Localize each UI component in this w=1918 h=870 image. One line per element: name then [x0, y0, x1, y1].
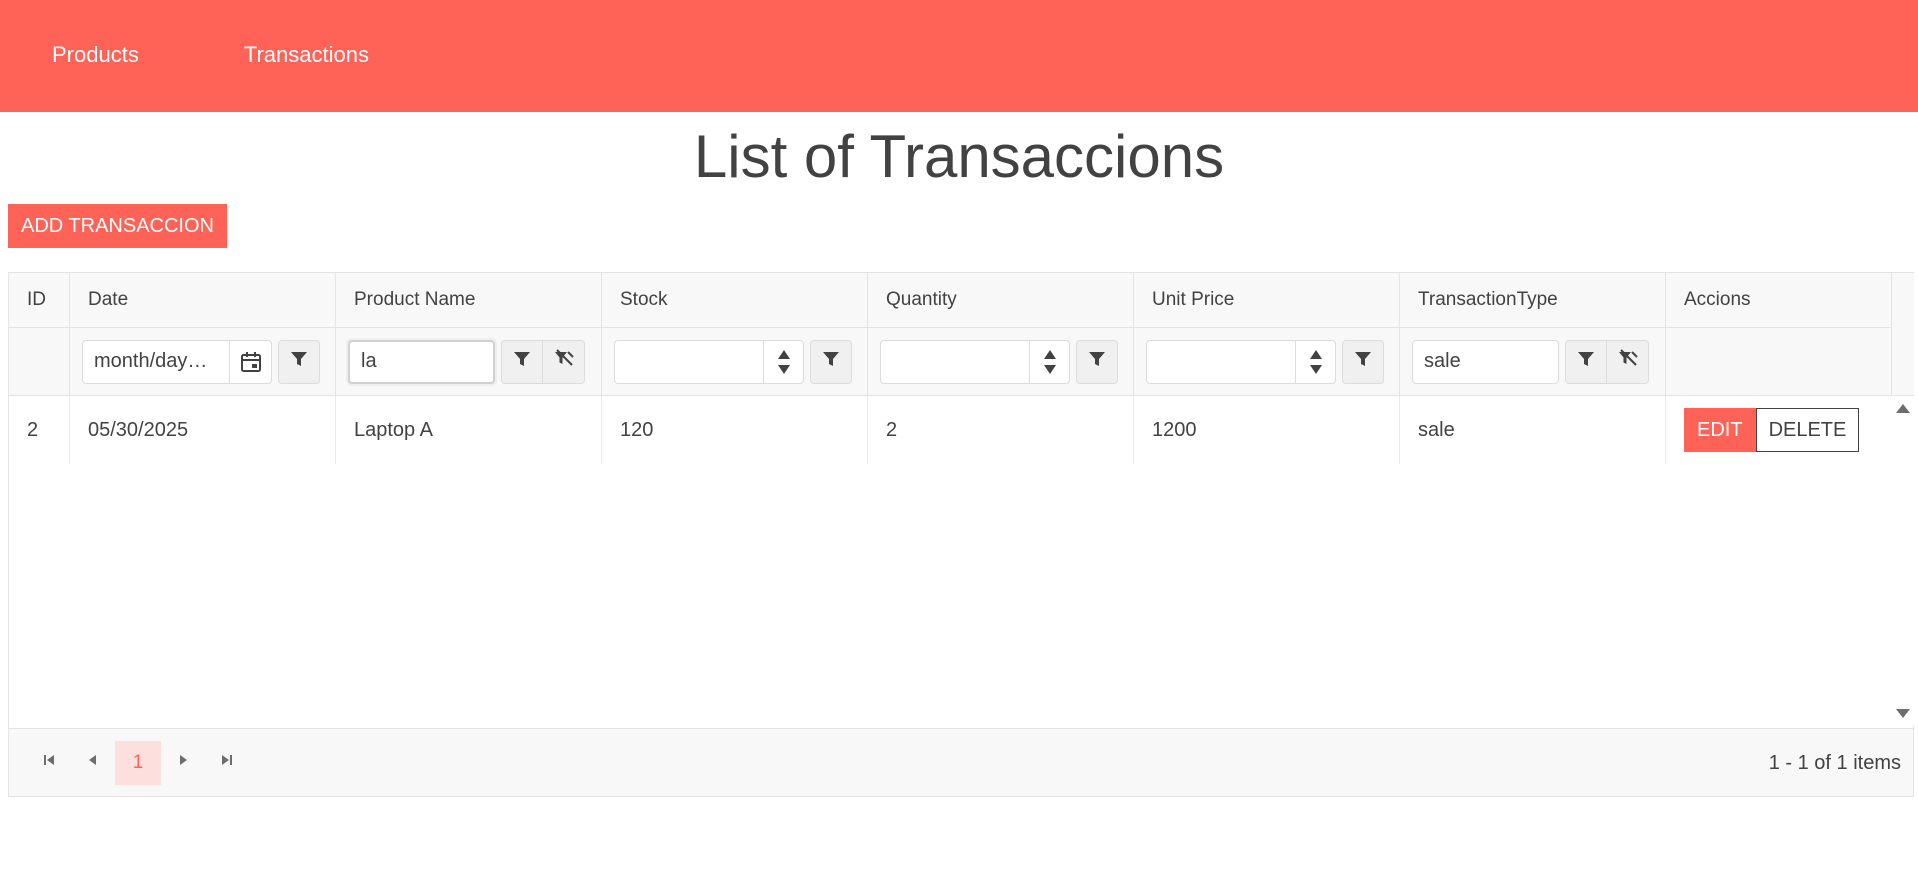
page-number-current[interactable]: 1	[115, 740, 161, 785]
prev-page-icon	[86, 753, 100, 772]
date-filter-button[interactable]	[278, 339, 320, 384]
grid-header: ID Date Product Name Stock Quantity Unit…	[9, 273, 1891, 396]
add-transaction-button[interactable]: ADD TRANSACCION	[8, 204, 227, 248]
filter-clear-icon	[1618, 349, 1638, 374]
column-header-date[interactable]: Date	[70, 273, 336, 327]
first-page-icon	[42, 753, 56, 772]
page-title: List of Transaccions	[693, 123, 1225, 190]
spin-up-icon[interactable]	[1043, 349, 1056, 359]
product-name-filter-buttons	[501, 339, 585, 384]
transactions-grid: ID Date Product Name Stock Quantity Unit…	[8, 272, 1914, 797]
next-page-button[interactable]	[161, 741, 205, 785]
product-name-filter-value: la	[361, 350, 377, 372]
filter-icon	[1088, 350, 1106, 373]
product-name-filter-button[interactable]	[501, 339, 543, 384]
spin-up-icon[interactable]	[1309, 349, 1322, 359]
pager-info: 1 - 1 of 1 items	[1768, 751, 1901, 774]
unit-price-filter-button[interactable]	[1342, 339, 1384, 384]
filter-cell-unit-price	[1134, 328, 1400, 395]
vertical-scrollbar[interactable]	[1891, 396, 1914, 726]
unit-price-filter-input[interactable]	[1146, 339, 1336, 384]
filter-cell-stock	[602, 328, 868, 395]
column-header-transaction-type[interactable]: TransactionType	[1400, 273, 1666, 327]
cell-transaction-type: sale	[1400, 396, 1666, 464]
transaction-type-filter-input[interactable]: sale	[1412, 339, 1559, 384]
stock-filter-input[interactable]	[614, 339, 804, 384]
delete-button[interactable]: DELETE	[1755, 408, 1860, 452]
transaction-type-clear-filter-button[interactable]	[1607, 339, 1649, 384]
filter-cell-transaction-type: sale	[1400, 328, 1666, 395]
quantity-filter-input[interactable]	[880, 339, 1070, 384]
date-filter-input[interactable]: month/day…	[82, 339, 272, 384]
filter-icon	[1577, 350, 1595, 373]
spin-up-icon[interactable]	[777, 349, 790, 359]
filter-cell-quantity	[868, 328, 1134, 395]
nav-link-products[interactable]: Products	[52, 42, 139, 68]
edit-button[interactable]: EDIT	[1684, 408, 1756, 452]
cell-date: 05/30/2025	[70, 396, 336, 464]
filter-icon	[822, 350, 840, 373]
filter-icon	[513, 350, 531, 373]
filter-cell-date: month/day…	[70, 328, 336, 395]
column-header-row: ID Date Product Name Stock Quantity Unit…	[9, 273, 1891, 328]
spin-down-icon[interactable]	[1309, 364, 1322, 374]
cell-stock: 120	[602, 396, 868, 464]
next-page-icon	[176, 753, 190, 772]
prev-page-button[interactable]	[71, 741, 115, 785]
spin-down-icon[interactable]	[777, 364, 790, 374]
filter-icon	[290, 350, 308, 373]
scroll-up-icon[interactable]	[1896, 404, 1910, 413]
column-header-stock[interactable]: Stock	[602, 273, 868, 327]
quantity-spinner[interactable]	[1029, 340, 1069, 383]
cell-id: 2	[9, 396, 70, 464]
product-name-clear-filter-button[interactable]	[543, 339, 585, 384]
calendar-icon[interactable]	[229, 340, 271, 383]
table-row[interactable]: 2 05/30/2025 Laptop A 120 2 1200 sale ED…	[9, 396, 1891, 464]
top-navbar: Products Transactions	[0, 0, 1918, 112]
nav-link-transactions[interactable]: Transactions	[244, 42, 369, 68]
cell-unit-price: 1200	[1134, 396, 1400, 464]
filter-icon	[1354, 350, 1372, 373]
stock-filter-button[interactable]	[810, 339, 852, 384]
date-filter-placeholder: month/day…	[94, 350, 208, 372]
cell-actions: EDIT DELETE	[1666, 396, 1891, 464]
cell-product-name: Laptop A	[336, 396, 602, 464]
scroll-down-icon[interactable]	[1896, 709, 1910, 718]
first-page-button[interactable]	[27, 741, 71, 785]
last-page-button[interactable]	[205, 741, 249, 785]
filter-clear-icon	[554, 349, 574, 374]
stock-spinner[interactable]	[763, 340, 803, 383]
unit-price-spinner[interactable]	[1295, 340, 1335, 383]
grid-body: 2 05/30/2025 Laptop A 120 2 1200 sale ED…	[9, 396, 1891, 726]
header-scrollbar-spacer	[1891, 273, 1914, 396]
column-header-id[interactable]: ID	[9, 273, 70, 327]
last-page-icon	[220, 753, 234, 772]
filter-cell-product-name: la	[336, 328, 602, 395]
transaction-type-filter-button[interactable]	[1565, 339, 1607, 384]
filter-cell-actions	[1666, 328, 1891, 395]
column-header-quantity[interactable]: Quantity	[868, 273, 1134, 327]
grid-pager: 1 1 - 1 of 1 items	[9, 728, 1913, 796]
filter-cell-id	[9, 328, 70, 395]
filter-row: month/day… la sale	[9, 328, 1891, 396]
column-header-actions: Accions	[1684, 289, 1751, 310]
column-header-unit-price[interactable]: Unit Price	[1134, 273, 1400, 327]
transaction-type-filter-buttons	[1565, 339, 1649, 384]
cell-quantity: 2	[868, 396, 1134, 464]
spin-down-icon[interactable]	[1043, 364, 1056, 374]
column-header-product-name[interactable]: Product Name	[336, 273, 602, 327]
quantity-filter-button[interactable]	[1076, 339, 1118, 384]
transaction-type-filter-value: sale	[1424, 350, 1461, 372]
product-name-filter-input[interactable]: la	[348, 339, 495, 384]
